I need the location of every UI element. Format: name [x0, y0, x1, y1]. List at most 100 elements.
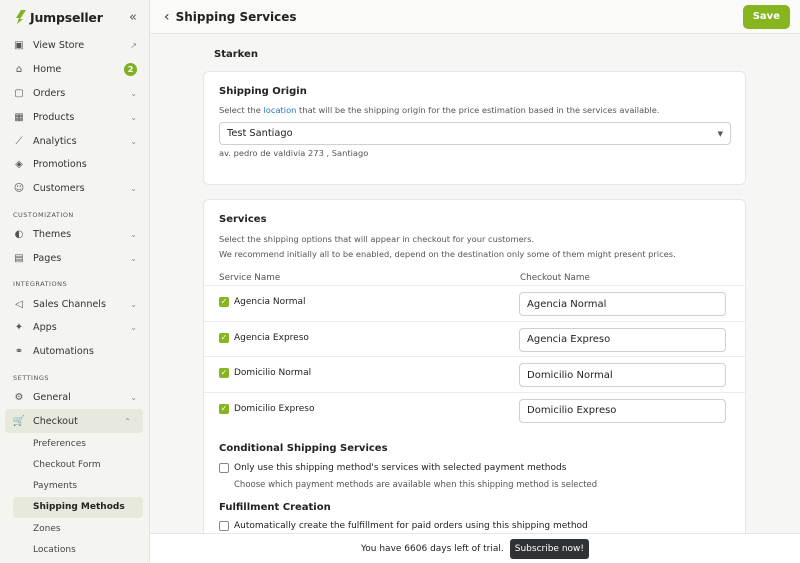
service-enabled-checkbox[interactable]: ✓ — [219, 332, 229, 343]
shipping-origin-description: Select the location that will be the shi… — [219, 105, 659, 115]
checkout-name-input[interactable]: Domicilio Expreso — [519, 398, 726, 423]
desc-text: that will be the shipping origin for the… — [296, 105, 660, 115]
sidebar-item-general[interactable]: ⚙ General ⌄ — [0, 386, 149, 410]
checkout-name-input[interactable]: Domicilio Normal — [519, 363, 726, 388]
fulfillment-creation-title: Fulfillment Creation — [219, 502, 331, 513]
origin-address: av. pedro de valdivia 273 , Santiago — [219, 148, 369, 158]
sidebar-item-label: Analytics — [33, 135, 77, 147]
back-icon[interactable]: ‹ — [164, 9, 170, 25]
megaphone-icon: ◁ — [15, 298, 23, 310]
services-card: Services Select the shipping options tha… — [203, 199, 746, 533]
chevron-down-icon: ⌄ — [130, 323, 137, 333]
sidebar-item-home[interactable]: ⌂ Home 2 — [0, 58, 149, 82]
subscribe-button[interactable]: Subscribe now! — [509, 538, 590, 559]
sidebar-item-sales-channels[interactable]: ◁ Sales Channels ⌄ — [0, 292, 149, 316]
sidebar-item-label: Home — [33, 64, 62, 76]
desc-text: Select the — [219, 105, 264, 115]
location-link[interactable]: location — [264, 105, 297, 115]
sidebar-item-view-store[interactable]: ▣ View Store ↗ — [0, 34, 149, 58]
shipping-origin-card: Shipping Origin Select the location that… — [203, 71, 746, 185]
apps-icon: ✦ — [14, 322, 24, 334]
service-row: ✓ Agencia Normal Agencia Normal — [204, 285, 745, 321]
chevron-down-icon: ⌄ — [130, 229, 137, 239]
app-name: Jumpseller — [30, 9, 103, 25]
origin-location-select[interactable]: Test Santiago ▼ — [219, 122, 731, 145]
checkout-name-value: Domicilio Expreso — [527, 405, 617, 417]
shipping-origin-title: Shipping Origin — [219, 86, 307, 97]
jumpseller-logo-icon — [14, 10, 26, 24]
sidebar-item-checkout[interactable]: 🛒 Checkout ⌃ — [5, 409, 143, 434]
sidebar-item-label: Checkout — [33, 415, 78, 427]
checkout-name-value: Agencia Expreso — [527, 334, 611, 346]
sidebar-subitem-checkout-form[interactable]: Checkout Form — [0, 454, 149, 475]
checkout-name-input[interactable]: Agencia Normal — [519, 292, 726, 316]
sidebar-item-label: Sales Channels — [33, 298, 106, 310]
sidebar-item-apps[interactable]: ✦ Apps ⌄ — [0, 316, 149, 340]
section-label-customization: CUSTOMIZATION — [13, 210, 74, 219]
conditional-shipping-label: Only use this shipping method's services… — [234, 463, 567, 473]
chevron-down-icon: ⌄ — [130, 253, 137, 263]
service-name: Agencia Expreso — [234, 332, 309, 343]
checkout-name-value: Domicilio Normal — [527, 369, 613, 381]
sidebar-item-label: Apps — [33, 322, 57, 334]
column-header-service-name: Service Name — [219, 273, 281, 283]
services-description-2: We recommend initially all to be enabled… — [219, 249, 676, 259]
sidebar-item-orders[interactable]: ▢ Orders ⌄ — [0, 82, 149, 106]
pages-icon: ▤ — [14, 252, 24, 264]
sidebar-item-label: Promotions — [33, 159, 87, 171]
products-icon: ▦ — [14, 111, 24, 123]
sidebar-item-customers[interactable]: ☺ Customers ⌄ — [0, 177, 149, 201]
sidebar-item-label: Customers — [33, 183, 85, 195]
service-row: ✓ Domicilio Normal Domicilio Normal — [204, 356, 745, 392]
service-enabled-checkbox[interactable]: ✓ — [219, 297, 229, 307]
fulfillment-creation-label: Automatically create the fulfillment for… — [234, 521, 588, 531]
services-description-1: Select the shipping options that will ap… — [219, 234, 535, 244]
service-enabled-checkbox[interactable]: ✓ — [219, 368, 229, 379]
column-header-checkout-name: Checkout Name — [520, 273, 590, 283]
tag-icon: ◈ — [15, 159, 23, 171]
sidebar-item-label: Themes — [33, 228, 72, 240]
sidebar-item-label: Products — [33, 111, 75, 123]
save-button[interactable]: Save — [742, 4, 790, 29]
chevron-down-icon: ⌄ — [130, 184, 137, 194]
dropdown-caret-icon: ▼ — [717, 129, 723, 138]
carrier-name: Starken — [214, 49, 258, 60]
sidebar-item-label: Orders — [33, 87, 66, 99]
sidebar-item-products[interactable]: ▦ Products ⌄ — [0, 105, 149, 129]
sidebar-item-label: General — [33, 391, 71, 403]
sidebar: Jumpseller « ▣ View Store ↗ ⌂ Home 2 ▢ Orders ⌄ ▦… — [0, 0, 150, 563]
external-link-icon: ↗ — [130, 41, 137, 51]
home-icon: ⌂ — [15, 64, 23, 76]
section-label-integrations: INTEGRATIONS — [13, 280, 68, 289]
conditional-shipping-checkbox[interactable] — [219, 463, 229, 473]
sidebar-item-automations[interactable]: ⚭ Automations — [0, 340, 149, 364]
conditional-shipping-title: Conditional Shipping Services — [219, 443, 388, 454]
chevron-down-icon: ⌄ — [130, 299, 137, 309]
chevron-down-icon: ⌄ — [130, 112, 137, 122]
sidebar-item-themes[interactable]: ◐ Themes ⌄ — [0, 223, 149, 247]
orders-icon: ▢ — [14, 87, 24, 99]
collapse-sidebar-icon[interactable]: « — [129, 10, 137, 25]
sidebar-subitem-payments[interactable]: Payments — [0, 476, 149, 497]
checkout-name-input[interactable]: Agencia Expreso — [519, 327, 726, 352]
service-name: Agencia Normal — [234, 297, 306, 307]
trial-text: You have 6606 days left of trial. — [360, 543, 504, 554]
sidebar-item-analytics[interactable]: ⟋ Analytics ⌄ — [0, 129, 149, 153]
sidebar-subitem-shipping-methods[interactable]: Shipping Methods — [13, 496, 143, 518]
gear-icon: ⚙ — [14, 391, 24, 403]
top-bar: ‹ Shipping Services Save — [150, 0, 800, 34]
palette-icon: ◐ — [14, 228, 24, 240]
service-name: Domicilio Expreso — [234, 403, 315, 414]
sidebar-item-promotions[interactable]: ◈ Promotions — [0, 153, 149, 177]
main-content: Starken Shipping Origin Select the locat… — [150, 34, 800, 533]
service-enabled-checkbox[interactable]: ✓ — [219, 403, 229, 414]
sidebar-item-label: View Store — [33, 40, 85, 52]
sidebar-item-label: Automations — [33, 346, 94, 358]
sidebar-subitem-locations[interactable]: Locations — [0, 539, 149, 560]
sidebar-item-pages[interactable]: ▤ Pages ⌄ — [0, 246, 149, 270]
fulfillment-creation-checkbox[interactable] — [219, 521, 229, 531]
sidebar-subitem-zones[interactable]: Zones — [0, 518, 149, 539]
chevron-down-icon: ⌄ — [130, 392, 137, 402]
service-row: ✓ Domicilio Expreso Domicilio Expreso — [204, 391, 745, 428]
sidebar-subitem-preferences[interactable]: Preferences — [0, 433, 149, 454]
